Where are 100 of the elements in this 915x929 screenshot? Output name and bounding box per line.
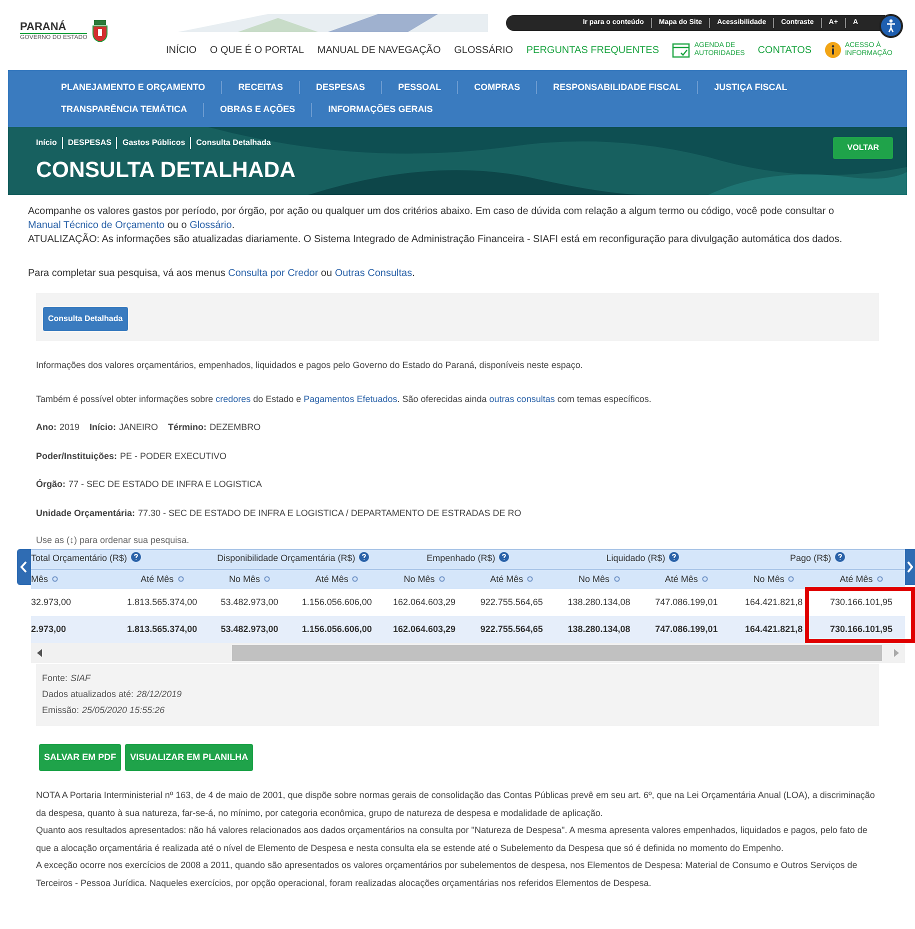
nav-item[interactable]: INFORMAÇÕES GERAIS xyxy=(311,103,449,116)
scroll-left-arrow-icon[interactable] xyxy=(37,649,42,657)
filter-label: Unidade Orçamentária: xyxy=(36,506,136,520)
text-link[interactable]: Pagamentos Efetuados xyxy=(304,394,398,404)
sort-icon[interactable] xyxy=(876,576,883,582)
table-cell: 1.813.565.374,00 xyxy=(118,589,206,616)
nav-item[interactable]: RESPONSABILIDADE FISCAL xyxy=(536,80,698,94)
filter-value: 2019 xyxy=(60,421,80,434)
sort-icon[interactable] xyxy=(702,576,708,582)
back-button[interactable]: VOLTAR xyxy=(833,137,893,159)
column-header[interactable]: No Mês xyxy=(730,569,818,589)
column-header[interactable]: Até Mês xyxy=(642,569,730,589)
sort-icon[interactable] xyxy=(438,576,445,582)
column-group-header: Pago (R$) xyxy=(730,549,905,569)
text-link[interactable]: Glossário xyxy=(190,220,232,231)
nav-item[interactable]: PLANEJAMENTO E ORÇAMENTO xyxy=(45,80,222,94)
table-cell: 138.280.134,08 xyxy=(555,616,643,643)
table-cell: 162.064.603,29 xyxy=(380,616,468,643)
menu-link[interactable]: GLOSSÁRIO xyxy=(454,42,514,58)
breadcrumb-link[interactable]: DESPESAS xyxy=(62,137,112,149)
nav-item[interactable]: RECEITAS xyxy=(221,80,300,94)
column-header[interactable]: No Mês xyxy=(555,569,643,589)
nav-item[interactable]: JUSTIÇA FISCAL xyxy=(697,80,804,94)
scroll-right-arrow-icon[interactable] xyxy=(894,649,899,657)
table-cell: 164.421.821,8 xyxy=(730,616,818,643)
nav-item[interactable]: COMPRAS xyxy=(457,80,536,94)
logo-title: PARANÁ xyxy=(20,21,68,33)
action-button[interactable]: VISUALIZAR EM PLANILHA xyxy=(125,744,254,771)
source-label: Fonte: xyxy=(42,672,68,685)
column-header[interactable]: Até Mês xyxy=(293,569,381,589)
menu-link[interactable]: MANUAL DE NAVEGAÇÃO xyxy=(317,42,441,58)
paragraph: ATUALIZAÇÃO: As informações são atualizadas diariamente. O Sistema Integrado de Administração Financeira - SIAFI está em reconfiguração para divulgação automática dos dados. xyxy=(28,233,844,247)
sort-icon[interactable] xyxy=(264,576,270,582)
filter-value: DEZEMBRO xyxy=(210,421,261,434)
column-group-header: Total Orçamentário (R$) xyxy=(31,549,206,569)
action-button[interactable]: SALVAR EM PDF xyxy=(39,744,122,771)
menu-link[interactable]: INÍCIO xyxy=(166,42,197,58)
menu-link[interactable]: O QUE É O PORTAL xyxy=(210,42,304,58)
scroll-left-button[interactable] xyxy=(17,548,31,584)
sort-icon[interactable] xyxy=(614,576,620,582)
help-icon xyxy=(131,552,142,562)
nav-item[interactable]: DESPESAS xyxy=(299,80,382,94)
text-link[interactable]: credores xyxy=(216,394,251,404)
chevron-left-icon xyxy=(20,560,28,572)
column-header[interactable]: Até Mês xyxy=(468,569,556,589)
column-header[interactable]: Mês xyxy=(31,569,118,589)
accessibility-icon[interactable] xyxy=(879,14,903,38)
table-cell: 1.156.056.606,00 xyxy=(293,616,381,643)
filter-label: Poder/Instituições: xyxy=(36,450,118,463)
filter-value: 77 - SEC DE ESTADO DE INFRA E LOGISTICA xyxy=(68,478,262,491)
column-header[interactable]: No Mês xyxy=(380,569,468,589)
column-header[interactable]: Até Mês xyxy=(818,569,905,589)
filter-label: Início: xyxy=(90,421,116,434)
info-icon xyxy=(824,42,841,58)
table-cell: 1.813.565.374,00 xyxy=(118,616,206,643)
paragraph: Também é possível obter informações sobre credores do Estado e Pagamentos Efetuados. São oferecidas ainda outras consultas com temas específicos. xyxy=(36,392,652,406)
table-cell: 922.755.564,65 xyxy=(468,616,556,643)
coat-of-arms-icon xyxy=(91,20,110,42)
sort-icon[interactable] xyxy=(527,576,534,582)
text-link[interactable]: Outras Consultas xyxy=(334,268,412,279)
horizontal-scrollbar[interactable] xyxy=(31,643,905,663)
table-cell: 922.755.564,65 xyxy=(468,589,556,616)
nav-item[interactable]: TRANSPARÊNCIA TEMÁTICA xyxy=(45,103,203,116)
nav-item[interactable]: OBRAS E AÇÕES xyxy=(203,103,312,116)
table-cell: 138.280.134,08 xyxy=(555,589,643,616)
sort-icon[interactable] xyxy=(352,576,358,582)
scroll-right-button[interactable] xyxy=(905,548,915,584)
query-tab[interactable]: Consulta Detalhada xyxy=(43,307,128,331)
table-cell: 32.973,00 xyxy=(31,589,118,616)
breadcrumb-link[interactable]: Consulta Detalhada xyxy=(190,137,271,149)
table-cell: 2.973,00 xyxy=(31,616,118,643)
note-paragraph: A exceção ocorre nos exercícios de 2008 a 2011, quando são apresentados os valores orçamentários por subelementos de despesa, nos Elementos de Despesa: Material de Consumo e Outros Serviços de Terceiros - Pessoa Jurídica. Naqueles exercícios, por opção operacional, foram realizadas alocações orçamentárias nos referidos Elementos de Despesa. xyxy=(36,859,858,890)
table-cell: 1.156.056.606,00 xyxy=(293,589,381,616)
column-group-header: Disponibilidade Orçamentária (R$) xyxy=(206,549,381,569)
text-link[interactable]: Manual Técnico de Orçamento xyxy=(28,220,165,231)
sort-icon[interactable] xyxy=(788,576,794,582)
scrollbar-thumb[interactable] xyxy=(232,645,882,661)
column-group-header: Liquidado (R$) xyxy=(555,549,730,569)
column-header[interactable]: No Mês xyxy=(206,569,294,589)
sort-icon[interactable] xyxy=(52,576,58,582)
table-cell: 164.421.821,8 xyxy=(730,589,818,616)
help-icon xyxy=(499,552,510,562)
calendar-icon xyxy=(672,42,690,58)
text-link[interactable]: outras consultas xyxy=(489,394,555,404)
table-cell: 747.086.199,01 xyxy=(642,616,730,643)
note-paragraph: Quanto aos resultados apresentados: não há valores relacionados aos dados orçamentários na consulta por "Natureza de Despesa". A mesma apresenta valores empenhados, liquidados e pagos, pelo fato de que a alocação orçamentária é realizada até o nível de Elemento de Despesa e nesta consulta ela se estende até o Subelemento da Despesa que só é definida no momento do Empenho. xyxy=(36,824,868,855)
paragraph: Acompanhe os valores gastos por período, por órgão, por ação ou qualquer um dos critérios abaixo. Em caso de dúvida com relação a algum termo ou código, você pode consultar o Manual Técnico de Orçamento ou o Glossário. xyxy=(28,205,836,233)
nav-item[interactable]: PESSOAL xyxy=(381,80,458,94)
text-link[interactable]: Consulta por Credor xyxy=(228,268,318,279)
chevron-right-icon xyxy=(907,560,913,572)
column-header[interactable]: Até Mês xyxy=(118,569,206,589)
help-icon xyxy=(835,552,846,562)
sort-icon[interactable] xyxy=(178,576,184,582)
menu-link[interactable]: PERGUNTAS FREQUENTES xyxy=(526,42,659,58)
breadcrumb-link[interactable]: Início xyxy=(36,137,57,149)
menu-link[interactable]: CONTATOS xyxy=(758,42,812,58)
sort-hint: Use as (↕) para ordenar sua pesquisa. xyxy=(36,534,190,547)
source-value: 28/12/2019 xyxy=(136,688,182,701)
breadcrumb-link[interactable]: Gastos Públicos xyxy=(116,137,186,149)
help-icon xyxy=(359,552,370,562)
